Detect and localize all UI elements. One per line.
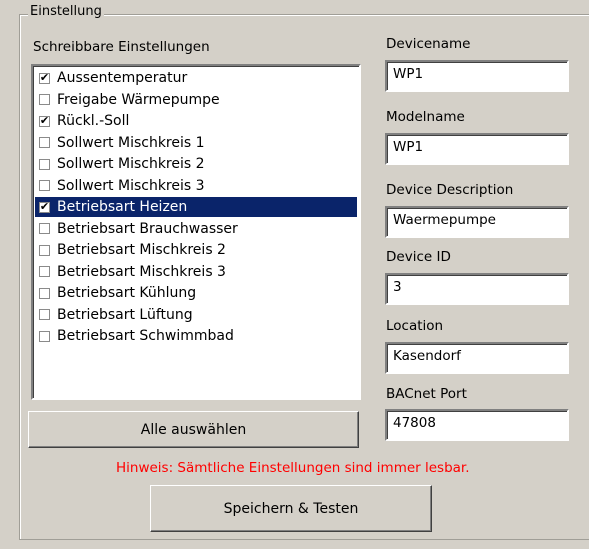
checkbox-unchecked[interactable] [39,244,50,256]
location-field[interactable]: Kasendorf [385,342,569,374]
list-item-label: Betriebsart Mischkreis 3 [57,263,226,280]
checkbox-unchecked[interactable] [39,309,50,320]
hint-text: Hinweis: Sämtliche Einstellungen sind im… [116,460,470,476]
list-item[interactable]: Freigabe Wärmepumpe [35,90,357,110]
group-title: Einstellung [28,4,104,19]
device-id-label: Device ID [386,249,451,265]
devicename-field[interactable]: WP1 [385,60,569,92]
checkbox-checked[interactable]: ✔ [39,72,50,84]
checkbox-checked[interactable]: ✔ [39,115,50,127]
list-item-label: Freigabe Wärmepumpe [57,91,220,108]
save-test-button[interactable]: Speichern & Testen [150,485,432,532]
list-item-label: Rückl.-Soll [57,113,130,129]
checkbox-unchecked[interactable] [39,223,50,234]
list-item-label: Betriebsart Mischkreis 2 [57,242,226,258]
list-item-label: Betriebsart Heizen [57,199,188,215]
checkbox-unchecked[interactable] [39,137,50,148]
list-item[interactable]: Sollwert Mischkreis 1 [35,133,357,153]
location-label: Location [386,318,444,334]
modelname-field[interactable]: WP1 [385,133,569,165]
checkbox-unchecked[interactable] [39,94,50,105]
checkbox-checked[interactable]: ✔ [39,201,50,213]
list-item[interactable]: Betriebsart Mischkreis 3 [35,262,357,282]
list-item[interactable]: Betriebsart Lüftung [35,305,357,325]
bacnet-port-field[interactable]: 47808 [385,409,569,441]
modelname-label: Modelname [386,109,465,125]
list-item-label: Betriebsart Lüftung [57,306,193,323]
list-item[interactable]: Betriebsart Brauchwasser [35,219,357,239]
checkbox-unchecked[interactable] [39,287,50,299]
list-item[interactable]: Sollwert Mischkreis 2 [35,154,357,174]
list-item-label: Betriebsart Brauchwasser [57,220,238,237]
device-id-field[interactable]: 3 [385,273,569,305]
device-description-label: Device Description [386,182,514,198]
list-item-label: Aussentemperatur [57,70,188,86]
list-item-label: Sollwert Mischkreis 2 [57,156,205,172]
list-item-label: Sollwert Mischkreis 1 [57,134,205,151]
list-item[interactable]: ✔ Rückl.-Soll [35,111,357,131]
writable-settings-list[interactable]: ✔ Aussentemperatur Freigabe Wärmepumpe ✔ Rüc… [31,64,361,400]
checkbox-unchecked[interactable] [39,266,50,277]
writable-settings-label: Schreibbare Einstellungen [33,39,210,55]
list-item[interactable]: Betriebsart Schwimmbad [35,326,357,346]
list-item-label: Betriebsart Kühlung [57,285,197,301]
list-item[interactable]: ✔ Aussentemperatur [35,68,357,88]
checkbox-unchecked[interactable] [39,330,50,342]
list-item-label: Sollwert Mischkreis 3 [57,177,205,194]
devicename-label: Devicename [386,36,471,52]
list-item-label: Betriebsart Schwimmbad [57,328,234,344]
list-item[interactable]: Betriebsart Mischkreis 2 [35,240,357,260]
device-description-field[interactable]: Waermepumpe [385,206,569,238]
list-item[interactable]: Sollwert Mischkreis 3 [35,176,357,196]
checkbox-unchecked[interactable] [39,158,50,170]
checkbox-unchecked[interactable] [39,180,50,191]
select-all-button[interactable]: Alle auswählen [28,411,359,448]
list-item[interactable]: ✔ Betriebsart Heizen [35,197,357,217]
bacnet-port-label: BACnet Port [386,386,467,402]
list-item[interactable]: Betriebsart Kühlung [35,283,357,303]
